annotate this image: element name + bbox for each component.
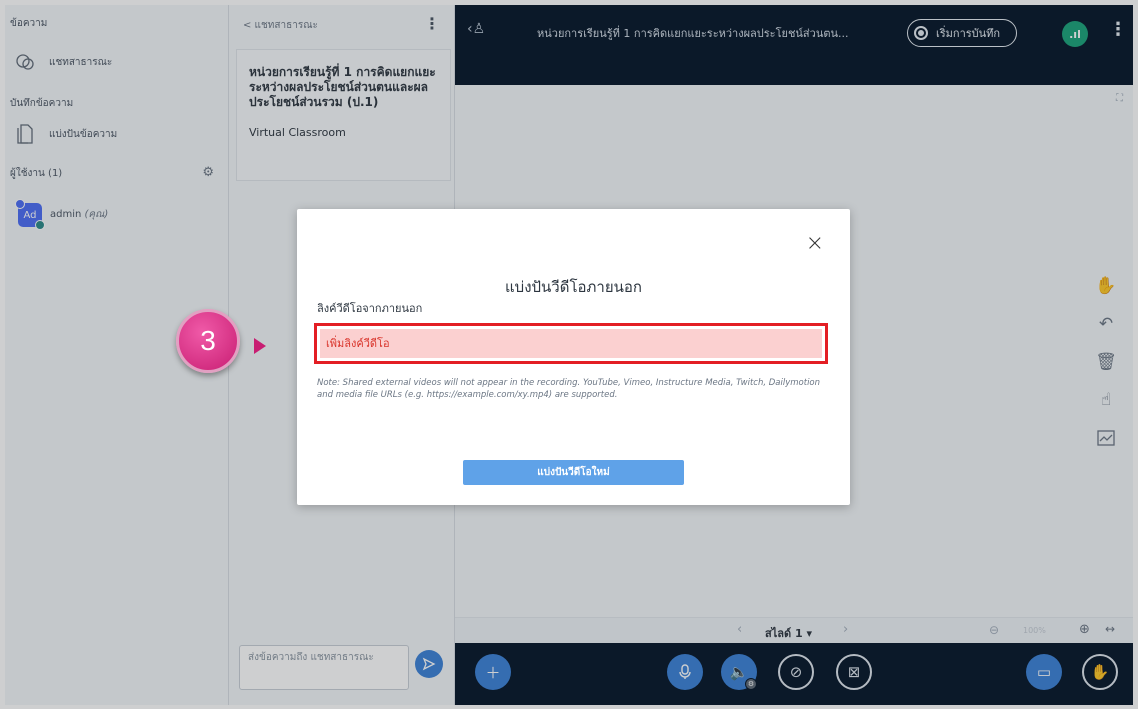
step-pointer-icon	[254, 338, 266, 354]
close-icon[interactable]: ×	[806, 231, 824, 256]
modal-title: แบ่งปันวีดีโอภายนอก	[505, 278, 642, 296]
step-marker: 3	[176, 309, 266, 376]
video-url-input[interactable]	[320, 329, 822, 358]
step-number: 3	[176, 309, 240, 373]
share-video-button[interactable]: แบ่งปันวีดีโอใหม่	[463, 460, 684, 485]
support-note: Note: Shared external videos will not ap…	[317, 378, 821, 400]
video-url-label: ลิงค์วีดีโอจากภายนอก	[317, 302, 423, 315]
share-external-video-modal: × แบ่งปันวีดีโอภายนอก ลิงค์วีดีโอจากภายน…	[297, 209, 850, 505]
highlight-box	[314, 323, 828, 364]
